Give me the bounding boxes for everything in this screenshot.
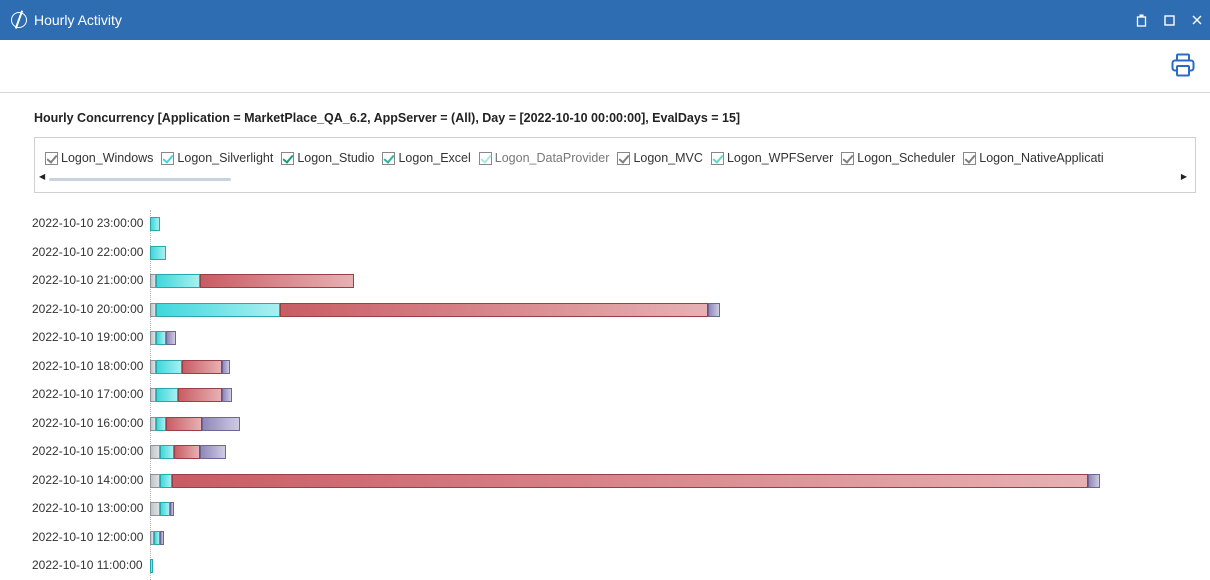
bar-segment[interactable] (160, 502, 170, 516)
legend-item[interactable]: Logon_Studio (281, 151, 374, 165)
legend-item[interactable]: Logon_Scheduler (841, 151, 955, 165)
bar-segment[interactable] (156, 302, 280, 317)
bar-segment[interactable] (222, 388, 232, 402)
bar-segment[interactable] (222, 359, 230, 374)
report-heading: Hourly Concurrency [Application = Market… (34, 111, 741, 125)
legend-item[interactable]: Logon_Windows (45, 151, 153, 165)
bar-segment[interactable] (170, 502, 174, 516)
y-tick-label: 2022-10-10 13:00:00 (32, 501, 144, 515)
scroll-right-arrow-icon[interactable]: ▶ (1181, 172, 1187, 181)
legend-checkbox[interactable] (963, 151, 977, 165)
toolbar (0, 40, 1210, 93)
legend-item[interactable]: Logon_Excel (382, 151, 471, 165)
bar-segment[interactable] (150, 445, 160, 459)
bar-segment[interactable] (150, 245, 166, 260)
bar-segment[interactable] (182, 359, 222, 374)
bar-segment[interactable] (1088, 473, 1100, 488)
y-tick-label: 2022-10-10 12:00:00 (32, 529, 144, 544)
close-icon[interactable] (1190, 13, 1204, 27)
bar-segment[interactable] (156, 274, 200, 288)
y-tick-label: 2022-10-10 19:00:00 (32, 330, 144, 344)
y-tick-label: 2022-10-10 14:00:00 (32, 472, 144, 487)
bar-segment[interactable] (160, 473, 172, 488)
bar-segment[interactable] (160, 530, 164, 545)
y-tick-label: 2022-10-10 11:00:00 (32, 558, 143, 572)
y-tick-label: 2022-10-10 23:00:00 (32, 216, 144, 230)
legend-label: Logon_Silverlight (177, 151, 274, 165)
bar-segment[interactable] (174, 445, 200, 459)
y-tick-label: 2022-10-10 20:00:00 (32, 301, 144, 316)
legend: Logon_Windows Logon_Silverlight Logon_Stud… (34, 137, 1196, 193)
bar-segment[interactable] (156, 416, 166, 431)
scroll-left-arrow-icon[interactable]: ◀ (39, 172, 45, 181)
legend-label: Logon_NativeApplicati (979, 151, 1104, 165)
legend-item[interactable]: Logon_NativeApplicati (963, 151, 1104, 165)
window-title: Hourly Activity (34, 12, 122, 28)
bar-segment[interactable] (200, 445, 226, 459)
legend-label: Logon_WPFServer (726, 151, 834, 165)
bar-segment[interactable] (178, 388, 222, 402)
legend-label: Logon_Scheduler (857, 151, 956, 165)
legend-item[interactable]: Logon_Silverlight (161, 151, 273, 165)
print-icon[interactable] (1170, 52, 1196, 78)
bar-segment[interactable] (200, 274, 354, 288)
bar-segment[interactable] (166, 416, 202, 431)
legend-checkbox[interactable] (478, 151, 492, 165)
legend-checkbox[interactable] (45, 151, 58, 165)
pin-icon[interactable] (1134, 13, 1148, 27)
legend-label: Logon_DataProvider (494, 151, 610, 165)
y-tick-label: 2022-10-10 15:00:00 (32, 444, 144, 458)
legend-checkbox[interactable] (281, 151, 295, 165)
legend-checkbox[interactable] (841, 151, 855, 165)
bar-segment[interactable] (156, 388, 178, 402)
y-tick-label: 2022-10-10 17:00:00 (32, 387, 144, 401)
bar-segment[interactable] (160, 445, 174, 459)
legend-label: Logon_Excel (398, 151, 471, 165)
legend-checkbox[interactable] (382, 151, 396, 165)
bar-segment[interactable] (172, 473, 1088, 488)
bar-segment[interactable] (150, 502, 160, 516)
bar-segment[interactable] (156, 359, 182, 374)
legend-item[interactable]: Logon_DataProvider (478, 151, 610, 165)
bar-segment[interactable] (156, 331, 166, 345)
y-tick-label: 2022-10-10 21:00:00 (32, 273, 144, 287)
legend-checkbox[interactable] (161, 151, 175, 165)
legend-checkbox[interactable] (710, 151, 724, 165)
title-bar: Hourly Activity (0, 0, 1210, 40)
y-tick-label: 2022-10-10 22:00:00 (32, 244, 144, 259)
bar-segment[interactable] (150, 473, 160, 488)
y-tick-label: 2022-10-10 18:00:00 (32, 358, 144, 373)
hourly-concurrency-chart: 2022-10-10 23:00:00 2022-10-10 22:00:00 20… (0, 200, 1210, 580)
bar-segment[interactable] (202, 416, 240, 431)
bar-segment[interactable] (280, 302, 708, 317)
legend-label: Logon_Studio (297, 151, 375, 165)
legend-checkbox[interactable] (617, 151, 631, 165)
legend-item[interactable]: Logon_MVC (617, 151, 703, 165)
bar-segment[interactable] (708, 302, 720, 317)
app-logo-icon (11, 12, 27, 28)
legend-item[interactable]: Logon_WPFServer (710, 151, 834, 165)
y-tick-label: 2022-10-10 16:00:00 (32, 415, 144, 430)
legend-label: Logon_MVC (633, 151, 703, 165)
legend-scrollbar-thumb[interactable] (49, 178, 231, 181)
legend-label: Logon_Windows (61, 151, 154, 165)
bar-segment[interactable] (150, 217, 160, 231)
bar-segment[interactable] (150, 559, 153, 573)
bar-segment[interactable] (166, 331, 176, 345)
maximize-icon[interactable] (1162, 13, 1176, 27)
